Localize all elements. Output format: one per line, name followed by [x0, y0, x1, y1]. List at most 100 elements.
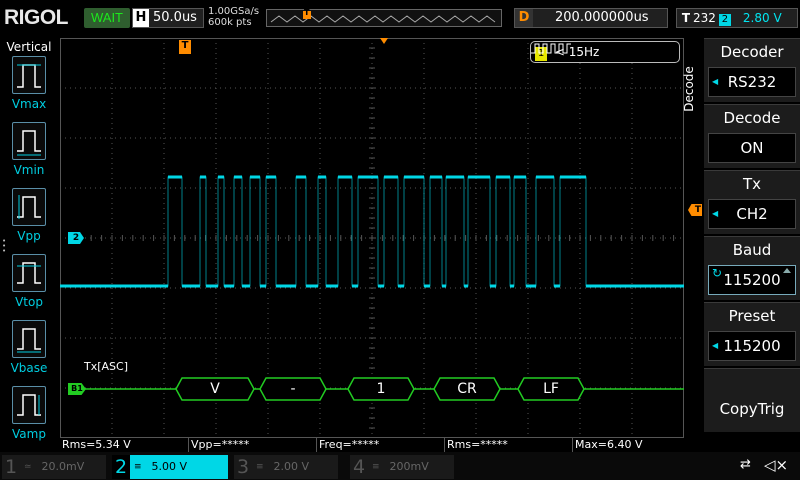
menu-preset-title: Preset [728, 307, 776, 325]
channel-2-number: 2 [112, 455, 130, 479]
vpp-label: Vpp [17, 229, 41, 243]
decoded-frame-text: LF [543, 381, 559, 397]
trigger-level-marker-label: T [694, 205, 701, 215]
menu-page-dots: • • • [2, 237, 7, 255]
right-decode-menu: Decoder RS232 Decode ON Tx CH2 Baud 1152… [704, 38, 800, 448]
decoded-frame[interactable]: V [176, 377, 254, 401]
waveform-display[interactable]: T 2 T 1 < 15Hz Tx[ASC] B1 V - 1 CR LF [60, 38, 702, 438]
menu-tx-source[interactable]: Tx CH2 [704, 170, 800, 234]
measurement-item[interactable]: Rms=5.34 V [60, 438, 131, 452]
vbase-label: Vbase [10, 361, 48, 375]
usb-icon: ⇄ [740, 457, 751, 472]
timebase-label: H [133, 9, 149, 27]
menu-copytrig-value: CopyTrig [719, 400, 785, 418]
top-status-bar: RIGOL WAIT H 50.0us 1.00GSa/s 600k pts T … [0, 0, 800, 36]
dc-coupling-icon: ≃ [24, 462, 32, 472]
menu-decoder-title: Decoder [720, 43, 784, 61]
trigger-type: 232 [693, 11, 716, 25]
measure-vbase[interactable]: Vbase [0, 320, 58, 386]
menu-decode-title: Decode [723, 109, 781, 127]
vbase-icon [12, 320, 46, 358]
bus-marker-label: B1 [71, 384, 83, 393]
channel-1-status[interactable]: 1 ≃ 20.0mV [2, 455, 106, 479]
vmax-icon [12, 56, 46, 94]
delay-label: D [515, 9, 533, 27]
measurement-item[interactable]: Freq=***** [316, 438, 379, 452]
memory-waveform-overview [270, 11, 496, 23]
left-menu-title: Vertical [6, 40, 52, 54]
channel-4-scale: 200mV [389, 460, 429, 473]
channel-3-scale: 2.00 V [273, 460, 310, 473]
decoded-frame[interactable]: 1 [348, 377, 414, 401]
vtop-label: Vtop [15, 295, 43, 309]
vmin-icon [12, 122, 46, 160]
channel-2-scale: 5.00 V [151, 460, 188, 473]
trigger-position-label: T [304, 8, 310, 17]
right-menu-side-title: Decode [682, 60, 702, 120]
delay-value: 200.000000us [555, 10, 649, 25]
measurement-item[interactable]: Rms=***** [444, 438, 508, 452]
dc-coupling-icon: ≡ [134, 462, 142, 472]
trigger-level-marker[interactable]: T [688, 204, 702, 216]
trigger-level: 2.80 V [742, 11, 782, 25]
dc-coupling-icon: ≡ [256, 462, 264, 472]
left-measure-menu: Vertical Vmax Vmin Vpp Vtop Vbase Vamp •… [0, 38, 58, 450]
decoded-frame-text: - [290, 381, 296, 397]
trigger-position-marker[interactable]: T [179, 40, 191, 54]
vpp-icon [12, 188, 46, 226]
trigger-status[interactable]: T 232 2 2.80 V [676, 8, 798, 28]
vtop-icon [12, 254, 46, 292]
channel-1-number: 1 [4, 456, 18, 478]
menu-baud[interactable]: Baud 115200 [704, 236, 800, 300]
trigger-label: T [681, 11, 691, 25]
measure-vtop[interactable]: Vtop [0, 254, 58, 320]
channel-3-status[interactable]: 3 ≡ 2.00 V [234, 455, 338, 479]
speaker-muted-icon[interactable]: ◁× [764, 456, 788, 474]
channel-4-number: 4 [352, 456, 366, 478]
menu-tx-value: CH2 [708, 199, 796, 229]
trigger-position-marker-label: T [181, 40, 189, 51]
decoded-frame-text: CR [457, 381, 477, 397]
decoded-frame[interactable]: LF [518, 377, 584, 401]
measurement-bar: Rms=5.34 V Vpp=***** Freq=***** Rms=****… [60, 438, 684, 452]
measure-vmin[interactable]: Vmin [0, 122, 58, 188]
channel2-offset-marker-label: 2 [72, 233, 80, 243]
dc-coupling-icon: ≡ [372, 462, 380, 472]
memory-depth: 600k pts [208, 17, 252, 28]
horizontal-timebase[interactable]: H 50.0us [132, 8, 204, 28]
measure-vamp[interactable]: Vamp [0, 386, 58, 452]
menu-decoder-value: RS232 [708, 67, 796, 97]
menu-copytrig[interactable]: CopyTrig [704, 368, 800, 432]
channel-2-status[interactable]: 2 ≡ 5.00 V [112, 455, 228, 479]
channel-4-status[interactable]: 4 ≡ 200mV [350, 455, 454, 479]
decoded-frame[interactable]: CR [434, 377, 500, 401]
menu-preset[interactable]: Preset 115200 [704, 302, 800, 366]
run-state-badge[interactable]: WAIT [84, 8, 130, 28]
sample-rate: 1.00GSa/s [208, 6, 260, 17]
sample-rate-info: 1.00GSa/s 600k pts [208, 6, 259, 28]
right-menu-side-title-text: Decode [681, 66, 696, 112]
measure-vpp[interactable]: Vpp [0, 188, 58, 254]
trigger-source-badge: 2 [718, 14, 731, 26]
menu-decoder[interactable]: Decoder RS232 [704, 38, 800, 102]
channel-status-bar: 1 ≃ 20.0mV 2 ≡ 5.00 V 3 ≡ 2.00 V 4 ≡ 200mV [0, 452, 800, 480]
decoded-frame-text: V [210, 381, 220, 397]
pulse-train-icon [531, 43, 571, 54]
menu-tx-title: Tx [742, 175, 762, 193]
channel-3-number: 3 [236, 456, 250, 478]
vmax-label: Vmax [11, 97, 47, 111]
menu-baud-value: 115200 [708, 259, 796, 295]
decoded-frame[interactable]: - [260, 377, 326, 401]
decode-label: Tx[ASC] [84, 360, 128, 373]
horizontal-delay[interactable]: D 200.000000us [514, 8, 668, 28]
memory-position-bar: T [266, 8, 502, 27]
vamp-label: Vamp [12, 427, 46, 441]
center-marker-icon [380, 38, 388, 44]
frequency-counter-box[interactable]: 1 < 15Hz [530, 41, 680, 63]
measurement-item[interactable]: Max=6.40 V [572, 438, 642, 452]
measure-vmax[interactable]: Vmax [0, 56, 58, 122]
vmin-label: Vmin [13, 163, 45, 177]
menu-decode-toggle[interactable]: Decode ON [704, 104, 800, 168]
measurement-item[interactable]: Vpp=***** [188, 438, 249, 452]
decoded-frame-text: 1 [376, 381, 386, 397]
